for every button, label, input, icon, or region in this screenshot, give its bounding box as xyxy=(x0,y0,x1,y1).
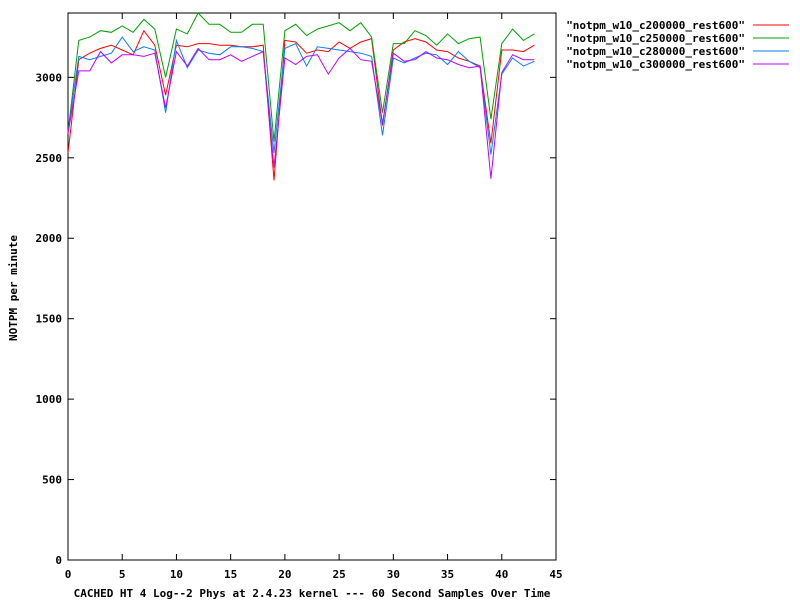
legend-label-3: "notpm_w10_c280000_rest600" xyxy=(566,45,745,58)
legend: "notpm_w10_c200000_rest600""notpm_w10_c2… xyxy=(566,19,789,71)
legend-label-4: "notpm_w10_c300000_rest600" xyxy=(566,58,745,71)
x-tick-label: 35 xyxy=(441,568,454,581)
y-tick-label: 1500 xyxy=(36,313,63,326)
legend-label-2: "notpm_w10_c250000_rest600" xyxy=(566,32,745,45)
y-tick-label: 2000 xyxy=(36,232,63,245)
series-line-2 xyxy=(67,12,535,142)
x-tick-label: 40 xyxy=(495,568,508,581)
y-tick-label: 500 xyxy=(42,474,62,487)
series-lines xyxy=(67,12,535,181)
axis-tick-labels: 0 5 10 15 20 25 30 35 40 45 0 500 1000 1500 2000 2500 30… xyxy=(36,71,563,581)
x-tick-label: 10 xyxy=(170,568,183,581)
legend-label-1: "notpm_w10_c200000_rest600" xyxy=(566,19,745,32)
y-tick-label: 2500 xyxy=(36,152,63,165)
x-tick-label: 15 xyxy=(224,568,237,581)
x-axis-label: CACHED HT 4 Log--2 Phys at 2.4.23 kernel… xyxy=(74,587,551,600)
x-tick-label: 45 xyxy=(549,568,562,581)
y-tick-label: 3000 xyxy=(36,71,63,84)
series-line-3 xyxy=(67,36,535,155)
line-chart: 0 5 10 15 20 25 30 35 40 45 0 500 1000 1500 2000 2500 30… xyxy=(7,12,789,600)
series-line-4 xyxy=(67,47,535,179)
x-tick-label: 20 xyxy=(278,568,291,581)
y-axis-label: NOTPM per minute xyxy=(7,235,20,341)
series-line-1 xyxy=(67,29,535,181)
x-tick-label: 25 xyxy=(332,568,345,581)
x-tick-label: 30 xyxy=(387,568,400,581)
x-tick-label: 5 xyxy=(119,568,126,581)
y-tick-label: 1000 xyxy=(36,393,63,406)
x-tick-label: 0 xyxy=(65,568,72,581)
y-tick-label: 0 xyxy=(55,554,62,567)
